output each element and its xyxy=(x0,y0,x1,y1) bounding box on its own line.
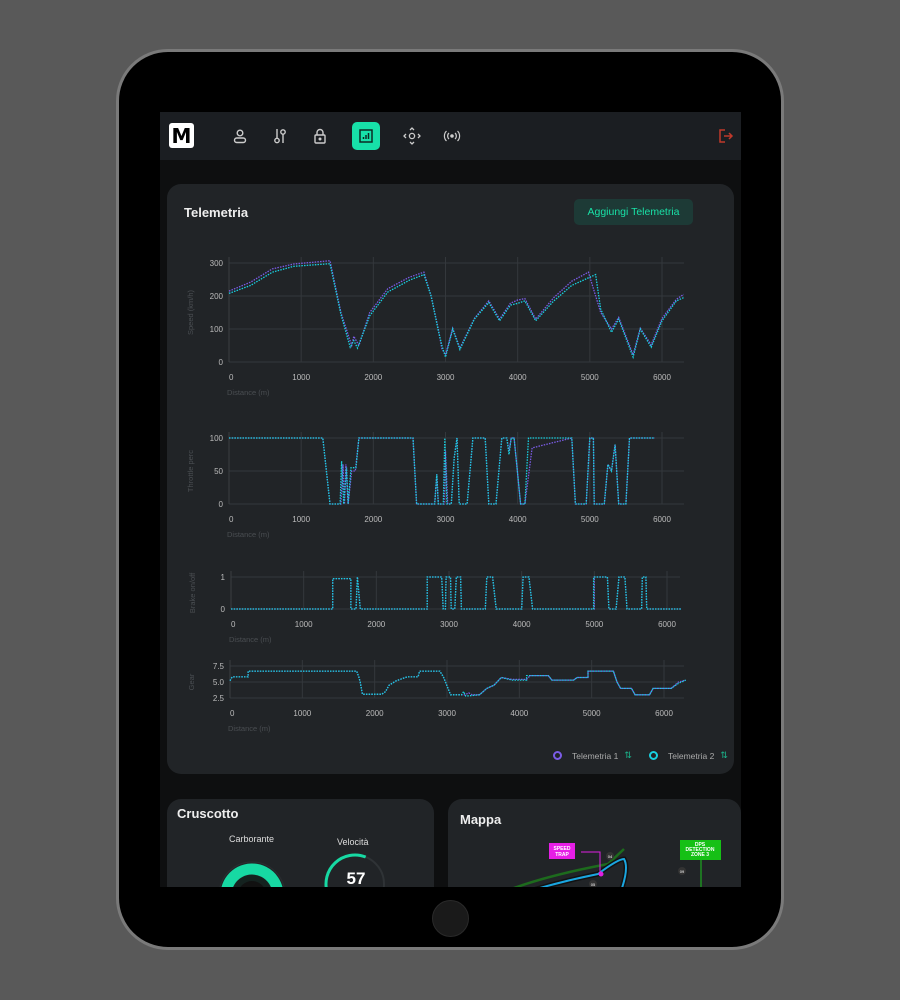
x-tick-label: 1000 xyxy=(292,373,310,382)
x-tick-label: 0 xyxy=(229,373,234,382)
x-axis-label: Distance (m) xyxy=(229,635,272,644)
y-tick-label: 100 xyxy=(210,434,224,443)
corner-label: 05 xyxy=(591,882,596,887)
x-tick-label: 4000 xyxy=(509,373,527,382)
y-axis-label: Gear xyxy=(187,673,196,690)
x-tick-label: 4000 xyxy=(513,620,531,629)
y-tick-label: 1 xyxy=(221,573,226,582)
series-line-1 xyxy=(228,260,685,357)
map-title: Mappa xyxy=(460,812,502,827)
x-tick-label: 3000 xyxy=(437,373,455,382)
x-tick-label: 1000 xyxy=(293,709,311,718)
y-tick-label: 0 xyxy=(221,605,226,614)
x-axis-label: Distance (m) xyxy=(227,530,270,539)
x-tick-label: 2000 xyxy=(366,709,384,718)
dashboard-title: Cruscotto xyxy=(177,806,239,821)
speed-label: Velocità xyxy=(337,837,369,847)
series-line-2 xyxy=(231,576,682,610)
x-tick-label: 1000 xyxy=(295,620,313,629)
x-tick-label: 3000 xyxy=(437,515,455,524)
x-tick-label: 1000 xyxy=(292,515,310,524)
x-tick-label: 2000 xyxy=(367,620,385,629)
y-axis-label: Brake on/off xyxy=(188,572,197,613)
speed-value: 57 xyxy=(346,869,366,887)
x-tick-label: 0 xyxy=(230,709,235,718)
speed-trap-label: TRAP xyxy=(555,852,569,858)
x-tick-label: 3000 xyxy=(440,620,458,629)
x-tick-label: 6000 xyxy=(653,373,671,382)
x-tick-label: 5000 xyxy=(583,709,601,718)
x-tick-label: 6000 xyxy=(653,515,671,524)
x-tick-label: 2000 xyxy=(364,515,382,524)
x-tick-label: 6000 xyxy=(658,620,676,629)
x-tick-label: 5000 xyxy=(581,373,599,382)
corner-label: 04 xyxy=(608,854,613,859)
y-tick-label: 200 xyxy=(210,292,224,301)
screen: M Telemetria Aggiungi Telemetria Telemet… xyxy=(160,112,741,887)
x-tick-label: 3000 xyxy=(438,709,456,718)
x-tick-label: 6000 xyxy=(655,709,673,718)
x-axis-label: Distance (m) xyxy=(228,724,271,733)
y-tick-label: 300 xyxy=(210,259,224,268)
y-axis-label: Speed (km/h) xyxy=(186,289,195,335)
y-tick-label: 0 xyxy=(219,358,224,367)
y-tick-label: 0 xyxy=(219,500,224,509)
x-tick-label: 5000 xyxy=(581,515,599,524)
x-axis-label: Distance (m) xyxy=(227,388,270,397)
home-button[interactable] xyxy=(432,900,469,937)
y-tick-label: 50 xyxy=(214,467,223,476)
dashboard-card: Cruscotto Carborante Velocità ⛽ 57 xyxy=(167,799,434,887)
corner-label: 09 xyxy=(680,869,685,874)
y-tick-label: 2.5 xyxy=(213,694,225,703)
y-tick-label: 100 xyxy=(210,325,224,334)
x-tick-label: 4000 xyxy=(509,515,527,524)
series-line-2 xyxy=(228,263,684,360)
x-tick-label: 5000 xyxy=(585,620,603,629)
y-axis-label: Throttle perc xyxy=(186,450,195,492)
x-tick-label: 4000 xyxy=(510,709,528,718)
y-tick-label: 5.0 xyxy=(213,678,225,687)
x-tick-label: 0 xyxy=(229,515,234,524)
y-tick-label: 7.5 xyxy=(213,662,225,671)
fuel-gauge: ⛽ xyxy=(219,861,285,887)
x-tick-label: 2000 xyxy=(364,373,382,382)
telemetry-charts[interactable]: 01002003000 1000 2000 3000 4000 5000 6000Dista… xyxy=(160,112,741,887)
x-tick-label: 0 xyxy=(231,620,236,629)
map-card: Mappa SPEED TRAP DPS DETECTION ZONE 3 04… xyxy=(448,799,741,887)
track-map[interactable]: SPEED TRAP DPS DETECTION ZONE 3 04 05 09 xyxy=(448,839,741,887)
dps-label: ZONE 3 xyxy=(691,852,709,858)
fuel-label: Carborante xyxy=(229,834,275,844)
